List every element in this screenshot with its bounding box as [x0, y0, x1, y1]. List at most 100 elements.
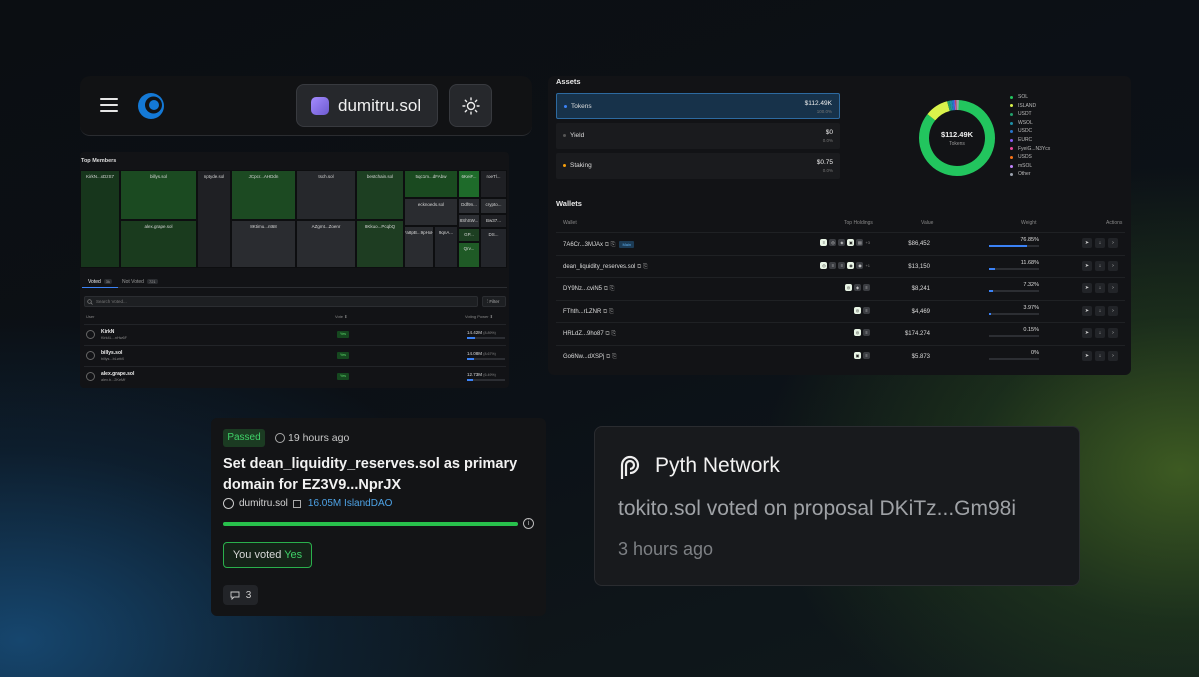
- wallet-name[interactable]: dean_liquidity_reserves.sol ⧉ ⎘: [563, 264, 648, 271]
- send-icon[interactable]: ➤: [1082, 260, 1092, 271]
- wallet-address[interactable]: HRLdZ...9ho87: [563, 331, 604, 337]
- external-link-icon[interactable]: ⧉: [637, 264, 641, 270]
- voter-name[interactable]: KirkN: [101, 329, 114, 335]
- copy-icon[interactable]: ⎘: [612, 354, 617, 360]
- wallet-address[interactable]: DY9Nz...cviN5: [563, 286, 602, 292]
- tab-not-voted[interactable]: Not Voted 721: [122, 279, 158, 285]
- send-icon[interactable]: ➤: [1082, 350, 1092, 361]
- treemap-cell[interactable]: GP...: [458, 228, 480, 242]
- wallet-row[interactable]: dean_liquidity_reserves.sol ⧉ ⎘ ◎ ≡ ≡ ◉ ◉ +1 …: [556, 254, 1125, 277]
- wallet-address[interactable]: FThth...rLZNR: [563, 309, 601, 315]
- receive-icon[interactable]: ↓: [1095, 305, 1105, 316]
- asset-row[interactable]: Staking $0.75 0.0%: [556, 153, 840, 179]
- send-icon[interactable]: ➤: [1082, 238, 1092, 248]
- tab-voted[interactable]: Voted 3k: [88, 279, 113, 285]
- wallet-row[interactable]: 7A6Cr...3MJAx ⧉ ⎘ Main ≡ ◎ ◈ ▣ ▤ +3 $86,452 76…: [556, 232, 1125, 254]
- treemap-cell[interactable]: billys.sol: [120, 170, 197, 220]
- wallet-name[interactable]: Go6Nw...dXSPj ⧉ ⎘: [563, 354, 617, 361]
- treemap-cell[interactable]: tsch.sol: [296, 170, 356, 220]
- treemap-cell[interactable]: bestchain.sol: [356, 170, 404, 220]
- treemap-cell[interactable]: 5qc1m...dFAbw: [404, 170, 458, 198]
- treemap-cell[interactable]: 9qnA...: [434, 226, 458, 268]
- filter-button[interactable]: ⫶ Filter: [482, 296, 506, 307]
- send-icon[interactable]: ➤: [1082, 283, 1092, 293]
- treemap-cell[interactable]: AZgmt...Zoenr: [296, 220, 356, 268]
- wallet-name[interactable]: 7A6Cr...3MJAx ⧉ ⎘ Main: [563, 241, 635, 249]
- wallet-row[interactable]: Go6Nw...dXSPj ⧉ ⎘ ▣ ≡ $5.873 0% ➤ ↓ ›: [556, 344, 1125, 367]
- voter-row[interactable]: KirkN Kirk4L...nHw6F Yes 14.42M (8.89%): [84, 324, 506, 344]
- receive-icon[interactable]: ↓: [1095, 328, 1105, 338]
- dao-voting-power[interactable]: 16.05M IslandDAO: [308, 498, 393, 509]
- copy-icon[interactable]: ⎘: [611, 331, 616, 337]
- chevron-right-icon[interactable]: ›: [1108, 238, 1118, 248]
- treemap-cell[interactable]: Qrv...: [458, 242, 480, 268]
- copy-icon[interactable]: ⎘: [611, 242, 616, 248]
- send-icon[interactable]: ➤: [1082, 305, 1092, 316]
- treemap-cell[interactable]: Ddf9n...: [458, 198, 480, 214]
- wallet-name[interactable]: HRLdZ...9ho87 ⧉ ⎘: [563, 331, 616, 338]
- receive-icon[interactable]: ↓: [1095, 283, 1105, 293]
- col-vote[interactable]: Vote ⬍: [335, 314, 347, 319]
- chevron-right-icon[interactable]: ›: [1108, 283, 1118, 293]
- treemap-cell[interactable]: Bw37...: [480, 214, 507, 228]
- external-link-icon[interactable]: ⧉: [606, 354, 610, 360]
- copy-icon[interactable]: ⎘: [643, 264, 648, 270]
- comments-button[interactable]: 3: [223, 585, 258, 605]
- wallet-name[interactable]: DY9Nz...cviN5 ⧉ ⎘: [563, 286, 614, 293]
- copy-icon[interactable]: ⎘: [610, 286, 615, 292]
- legend-item: USDS: [1010, 153, 1050, 162]
- asset-row[interactable]: Yield $0 0.0%: [556, 123, 840, 149]
- voter-row[interactable]: alex.grape.sol alex.b...2KeMf Yes 12.73M…: [84, 366, 506, 386]
- treemap-cell[interactable]: JCpcr...AHDdn: [231, 170, 296, 220]
- proposal-card[interactable]: Passed 19 hours ago Set dean_liquidity_r…: [211, 418, 546, 616]
- voter-name[interactable]: billys.sol: [101, 350, 122, 356]
- chevron-right-icon[interactable]: ›: [1108, 305, 1118, 316]
- wallet-address[interactable]: 7A6Cr...3MJAx: [563, 242, 603, 248]
- chevron-right-icon[interactable]: ›: [1108, 260, 1118, 271]
- author-name[interactable]: dumitru.sol: [239, 498, 288, 509]
- external-link-icon[interactable]: ⧉: [605, 331, 609, 337]
- theme-toggle-button[interactable]: [449, 84, 492, 127]
- receive-icon[interactable]: ↓: [1095, 238, 1105, 248]
- wallet-address[interactable]: dean_liquidity_reserves.sol: [563, 264, 635, 270]
- treemap-cell[interactable]: 8Kkuo...PcqbQ: [356, 220, 404, 268]
- menu-icon[interactable]: [100, 98, 118, 113]
- external-link-icon[interactable]: ⧉: [603, 309, 607, 315]
- send-icon[interactable]: ➤: [1082, 328, 1092, 338]
- treemap-cell[interactable]: ecknoeds.sol: [404, 198, 458, 226]
- receive-icon[interactable]: ↓: [1095, 350, 1105, 361]
- col-voting-power[interactable]: Voting Power ⬍: [465, 314, 493, 319]
- treemap-cell[interactable]: crypto...: [480, 198, 507, 214]
- treemap-cell[interactable]: alex.grape.sol: [120, 220, 197, 268]
- copy-icon[interactable]: ⎘: [609, 309, 614, 315]
- treemap-cell[interactable]: 6KeiF...: [458, 170, 480, 198]
- external-link-icon[interactable]: ⧉: [605, 242, 609, 248]
- proposal-title[interactable]: Set dean_liquidity_reserves.sol as prima…: [223, 454, 523, 495]
- chevron-right-icon[interactable]: ›: [1108, 350, 1118, 361]
- col-user[interactable]: User: [86, 314, 94, 319]
- treemap-cell[interactable]: KirkN...xDzS7: [80, 170, 120, 268]
- external-link-icon[interactable]: ⧉: [604, 286, 608, 292]
- chevron-right-icon[interactable]: ›: [1108, 328, 1118, 338]
- wallet-address[interactable]: Go6Nw...dXSPj: [563, 354, 604, 360]
- voter-name[interactable]: alex.grape.sol: [101, 371, 134, 377]
- wallet-button[interactable]: dumitru.sol: [296, 84, 438, 127]
- treemap-cell[interactable]: Fa8pB...9pHxH: [404, 226, 434, 268]
- info-icon[interactable]: i: [523, 518, 534, 529]
- treemap-cell[interactable]: nptyde.sol: [197, 170, 231, 268]
- voter-search-input[interactable]: Search Voted...: [84, 296, 478, 307]
- voter-row[interactable]: billys.sol billys...bLwbX Yes 14.08M (8.…: [84, 345, 506, 365]
- receive-icon[interactable]: ↓: [1095, 260, 1105, 271]
- treemap-cell[interactable]: 8ShSW...: [458, 214, 480, 228]
- notification-card[interactable]: Pyth Network tokito.sol voted on proposa…: [594, 426, 1080, 586]
- treemap-cell[interactable]: 8Ktimu...nt68: [231, 220, 296, 268]
- app-logo-icon[interactable]: [136, 91, 166, 121]
- treemap-cell[interactable]: roeTl...: [480, 170, 507, 198]
- wallet-row[interactable]: DY9Nz...cviN5 ⧉ ⎘ ◎ ◈ ≡ $8,241 7.32% ➤ ↓ ›: [556, 277, 1125, 299]
- wallet-row[interactable]: FThth...rLZNR ⧉ ⎘ ◎ ≡ $4,469 3.97% ➤ ↓ ›: [556, 299, 1125, 322]
- wallet-name[interactable]: FThth...rLZNR ⧉ ⎘: [563, 309, 614, 316]
- treemap-cell[interactable]: DS...: [480, 228, 507, 268]
- external-link-icon[interactable]: [292, 499, 301, 508]
- wallet-row[interactable]: HRLdZ...9ho87 ⧉ ⎘ ◎ ≡ $174.274 0.15% ➤ ↓ ›: [556, 322, 1125, 344]
- asset-row[interactable]: Tokens $112.49K 100.0%: [556, 93, 840, 119]
